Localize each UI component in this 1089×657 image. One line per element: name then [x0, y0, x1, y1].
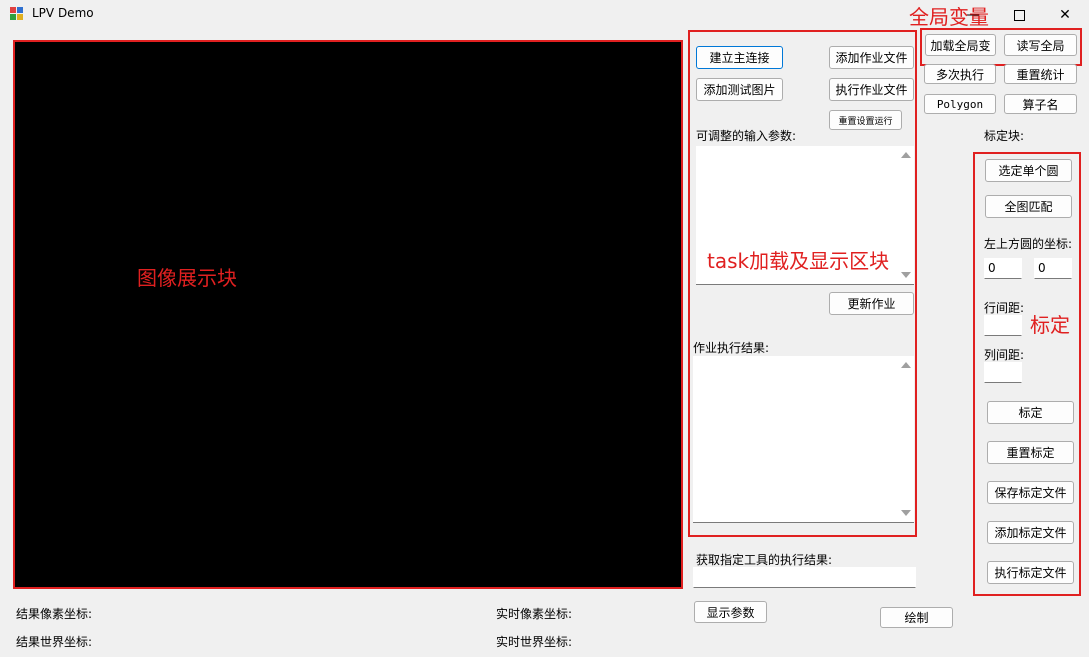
scroll-up-icon [901, 362, 911, 368]
col-spacing-label: 列间距: [984, 348, 1025, 362]
realtime-pixel-coord-label: 实时像素坐标: [496, 607, 573, 621]
params-label: 可调整的输入参数: [696, 129, 797, 143]
row-spacing-label: 行间距: [984, 301, 1025, 315]
maximize-button[interactable] [996, 0, 1042, 30]
tool-result-label: 获取指定工具的执行结果: [696, 553, 833, 567]
row-spacing-input[interactable] [984, 315, 1022, 336]
result-pixel-coord-label: 结果像素坐标: [16, 607, 93, 621]
calibrate-button[interactable]: 标定 [987, 401, 1074, 424]
close-icon: ✕ [1059, 7, 1071, 23]
top-left-coord-label: 左上方圆的坐标: [984, 237, 1073, 251]
results-textarea[interactable] [693, 356, 914, 523]
add-test-image-button[interactable]: 添加测试图片 [696, 78, 783, 101]
image-area-annotation: 图像展示块 [137, 266, 237, 290]
task-area-annotation: task加载及显示区块 [707, 249, 890, 273]
scroll-down-icon [901, 272, 911, 278]
draw-button[interactable]: 绘制 [880, 607, 953, 628]
maximize-icon [1013, 9, 1025, 21]
tool-result-input[interactable] [693, 567, 916, 588]
coord-x-input[interactable]: 0 [984, 258, 1022, 279]
full-match-button[interactable]: 全图匹配 [985, 195, 1072, 218]
realtime-world-coord-label: 实时世界坐标: [496, 635, 573, 649]
polygon-button[interactable]: Polygon [924, 94, 996, 114]
run-calib-file-button[interactable]: 执行标定文件 [987, 561, 1074, 584]
operator-name-button[interactable]: 算子名 [1004, 94, 1077, 114]
reset-stats-button[interactable]: 重置统计 [1004, 64, 1077, 84]
multi-run-button[interactable]: 多次执行 [924, 64, 996, 84]
load-global-button[interactable]: 加载全局变 [925, 34, 996, 56]
update-job-button[interactable]: 更新作业 [829, 292, 914, 315]
scroll-up-icon [901, 152, 911, 158]
image-display[interactable] [13, 40, 683, 589]
reset-calib-button[interactable]: 重置标定 [987, 441, 1074, 464]
scroll-down-icon [901, 510, 911, 516]
results-scrollbar[interactable] [898, 356, 914, 522]
coord-y-input[interactable]: 0 [1034, 258, 1072, 279]
show-params-button[interactable]: 显示参数 [694, 601, 767, 623]
window-title: LPV Demo [32, 6, 94, 20]
connect-button[interactable]: 建立主连接 [696, 46, 783, 69]
add-calib-file-button[interactable]: 添加标定文件 [987, 521, 1074, 544]
app-icon [10, 7, 23, 20]
result-world-coord-label: 结果世界坐标: [16, 635, 93, 649]
params-scrollbar[interactable] [898, 146, 914, 284]
calib-block-label: 标定块: [984, 129, 1025, 143]
run-job-file-button[interactable]: 执行作业文件 [829, 78, 914, 101]
col-spacing-input[interactable] [984, 362, 1022, 383]
global-vars-annotation: 全局变量 [909, 5, 989, 29]
rw-global-button[interactable]: 读写全局 [1004, 34, 1077, 56]
reset-run-button[interactable]: 重置设置运行 [829, 110, 902, 130]
select-circle-button[interactable]: 选定单个圆 [985, 159, 1072, 182]
save-calib-file-button[interactable]: 保存标定文件 [987, 481, 1074, 504]
add-job-file-button[interactable]: 添加作业文件 [829, 46, 914, 69]
results-label: 作业执行结果: [693, 341, 770, 355]
calibration-annotation: 标定 [1030, 313, 1070, 337]
close-button[interactable]: ✕ [1042, 0, 1088, 30]
